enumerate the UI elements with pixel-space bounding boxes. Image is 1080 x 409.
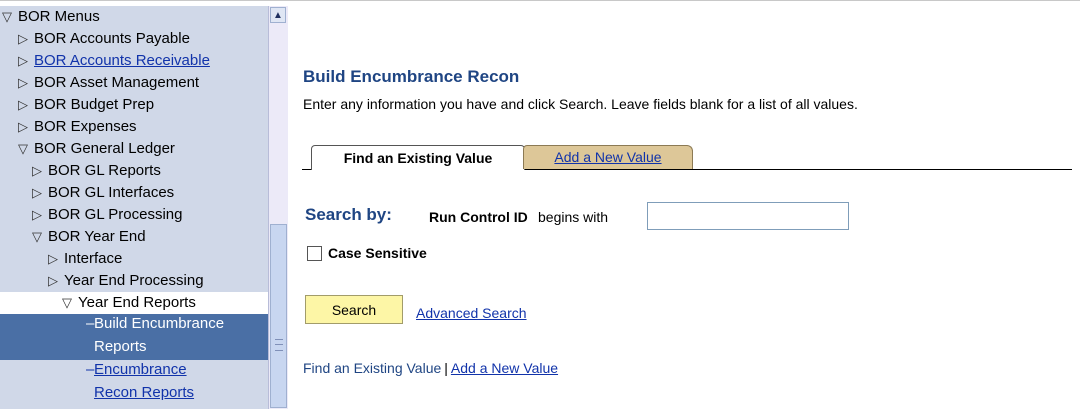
nav-item-label: BOR GL Reports	[48, 162, 161, 179]
scrollbar-thumb[interactable]	[270, 224, 287, 408]
bottom-add-new-value-link[interactable]: Add a New Value	[451, 360, 558, 376]
expanded-triangle-icon: ▽	[18, 141, 28, 156]
dash-icon: –	[86, 315, 95, 332]
expanded-triangle-icon: ▽	[2, 9, 12, 24]
bottom-links: Find an Existing Value | Add a New Value	[303, 360, 558, 376]
link-separator: |	[444, 360, 448, 376]
run-control-id-input[interactable]	[647, 202, 849, 230]
nav-item-label: BOR Year End	[48, 228, 146, 245]
page-title: Build Encumbrance Recon	[303, 67, 520, 86]
collapsed-triangle-icon: ▷	[48, 273, 58, 288]
nav-item-bor-menus[interactable]: ▽ BOR Menus	[0, 6, 268, 28]
nav-item-budget-prep[interactable]: ▷ BOR Budget Prep	[0, 94, 268, 116]
collapsed-triangle-icon: ▷	[18, 31, 28, 46]
nav-item-encumbrance-recon-reports[interactable]: – Encumbrance	[0, 360, 268, 383]
nav-item-label: Recon Reports	[94, 384, 195, 401]
case-sensitive-label: Case Sensitive	[328, 245, 427, 261]
search-button[interactable]: Search	[305, 295, 403, 324]
nav-item-label: BOR Expenses	[34, 118, 137, 135]
nav-item-gl-processing[interactable]: ▷ BOR GL Processing	[0, 204, 268, 226]
collapsed-triangle-icon: ▷	[32, 207, 42, 222]
nav-item-label: BOR Budget Prep	[34, 96, 155, 113]
instructions-text: Enter any information you have and click…	[303, 96, 858, 112]
tab-add-new-value[interactable]: Add a New Value	[523, 145, 693, 169]
collapsed-triangle-icon: ▷	[18, 53, 28, 68]
grip-icon	[275, 339, 283, 351]
collapsed-triangle-icon: ▷	[32, 163, 42, 178]
nav-item-label: BOR Asset Management	[34, 74, 200, 91]
nav-item-gl-reports[interactable]: ▷ BOR GL Reports	[0, 160, 268, 182]
nav-scrollbar[interactable]: ▲	[268, 6, 288, 409]
nav-item-asset-management[interactable]: ▷ BOR Asset Management	[0, 72, 268, 94]
nav-item-accounts-receivable[interactable]: ▷ BOR Accounts Receivable	[0, 50, 268, 72]
nav-item-label: Reports	[94, 338, 147, 355]
top-divider	[0, 0, 1080, 1]
case-sensitive-checkbox[interactable]	[307, 246, 322, 261]
nav-item-label: BOR General Ledger	[34, 140, 175, 157]
nav-item-label: BOR Menus	[18, 8, 100, 25]
nav-item-label: Year End Processing	[64, 272, 204, 289]
nav-item-interface[interactable]: ▷ Interface	[0, 248, 268, 270]
search-by-label: Search by:	[305, 205, 392, 224]
collapsed-triangle-icon: ▷	[18, 97, 28, 112]
nav-item-label: BOR Accounts Payable	[34, 30, 190, 47]
expanded-triangle-icon: ▽	[32, 229, 42, 244]
tab-find-existing-value[interactable]: Find an Existing Value	[311, 145, 525, 170]
collapsed-triangle-icon: ▷	[18, 119, 28, 134]
nav-item-expenses[interactable]: ▷ BOR Expenses	[0, 116, 268, 138]
nav-item-year-end-reports[interactable]: ▽ Year End Reports	[0, 292, 268, 314]
dash-icon: –	[86, 361, 95, 378]
nav-item-accounts-payable[interactable]: ▷ BOR Accounts Payable	[0, 28, 268, 50]
nav-item-label: BOR GL Processing	[48, 206, 183, 223]
nav-item-build-encumbrance-reports-cont[interactable]: Reports	[0, 337, 268, 360]
navigation-menu: ▽ BOR Menus ▷ BOR Accounts Payable ▷ BOR Ac…	[0, 6, 268, 409]
nav-item-label: BOR Accounts Receivable	[34, 52, 210, 69]
nav-item-label: Encumbrance	[94, 361, 187, 378]
bottom-find-existing-value-link[interactable]: Find an Existing Value	[303, 360, 441, 376]
run-control-id-label: Run Control ID	[429, 209, 528, 225]
nav-item-build-encumbrance-reports[interactable]: – Build Encumbrance	[0, 314, 268, 337]
nav-item-encumbrance-recon-reports-cont[interactable]: Recon Reports	[0, 383, 268, 406]
expanded-triangle-icon: ▽	[62, 295, 72, 310]
nav-item-year-end[interactable]: ▽ BOR Year End	[0, 226, 268, 248]
collapsed-triangle-icon: ▷	[32, 185, 42, 200]
nav-item-year-end-processing[interactable]: ▷ Year End Processing	[0, 270, 268, 292]
nav-item-label: Year End Reports	[78, 294, 196, 311]
tab-label: Add a New Value	[554, 149, 662, 165]
scroll-up-arrow-icon[interactable]: ▲	[270, 7, 286, 23]
nav-item-label: BOR GL Interfaces	[48, 184, 175, 201]
tab-label: Find an Existing Value	[343, 150, 493, 166]
nav-item-label: Build Encumbrance	[94, 315, 225, 332]
operator-label: begins with	[538, 209, 609, 225]
collapsed-triangle-icon: ▷	[18, 75, 28, 90]
advanced-search-link[interactable]: Advanced Search	[416, 305, 527, 321]
nav-item-general-ledger[interactable]: ▽ BOR General Ledger	[0, 138, 268, 160]
nav-item-label: Interface	[64, 250, 123, 267]
collapsed-triangle-icon: ▷	[48, 251, 58, 266]
nav-item-gl-interfaces[interactable]: ▷ BOR GL Interfaces	[0, 182, 268, 204]
